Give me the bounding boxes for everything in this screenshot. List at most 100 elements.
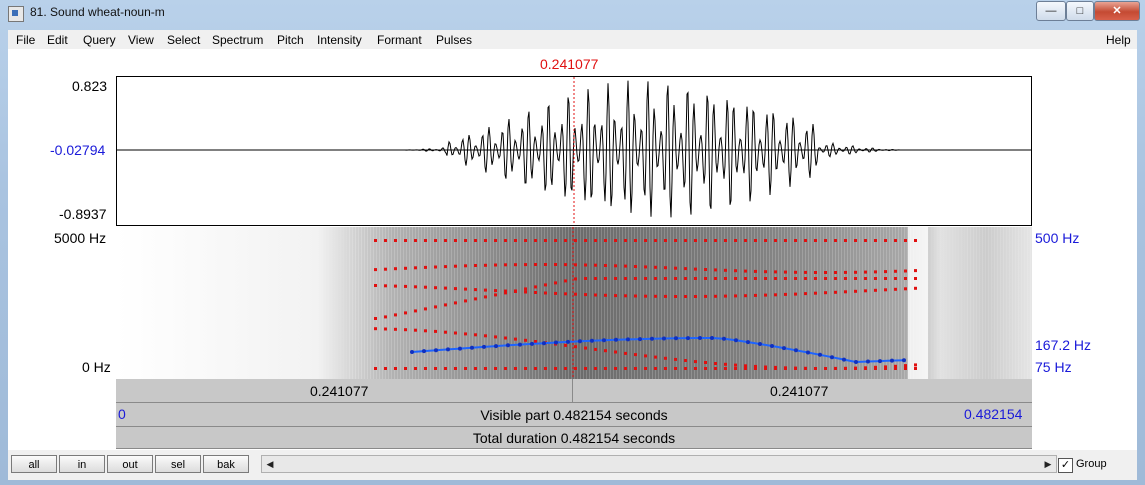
zoom-out-button[interactable]: out xyxy=(107,455,153,473)
spectrogram-striation xyxy=(478,227,479,379)
zoom-back-button[interactable]: bak xyxy=(203,455,249,473)
spectrogram-striation xyxy=(586,227,587,379)
formant-dot xyxy=(904,367,907,370)
window-title: 81. Sound wheat-noun-m xyxy=(30,5,165,19)
formant-dot xyxy=(384,284,387,288)
formant-dot xyxy=(804,239,807,242)
pitch-marker xyxy=(818,352,822,357)
horizontal-scrollbar[interactable]: ◀ ▶ xyxy=(261,455,1057,473)
spectrogram-striation xyxy=(760,227,761,379)
formant-dot xyxy=(894,287,897,291)
pitch-marker xyxy=(758,342,762,346)
total-duration-band[interactable]: Total duration 0.482154 seconds xyxy=(116,427,1032,449)
close-button[interactable]: ✕ xyxy=(1094,1,1140,21)
spectrogram-striation xyxy=(541,227,542,379)
formant-dot xyxy=(804,270,807,274)
formant-dot xyxy=(374,284,377,287)
formant-dot xyxy=(694,367,697,370)
formant-dot xyxy=(504,367,507,370)
menu-intensity[interactable]: Intensity xyxy=(317,33,362,47)
spectrogram-striation xyxy=(322,227,323,379)
menu-pitch[interactable]: Pitch xyxy=(277,33,304,47)
formant-dot xyxy=(394,239,397,242)
formant-dot xyxy=(524,263,527,267)
spectrogram-striation xyxy=(622,227,623,379)
scroll-right-icon[interactable]: ▶ xyxy=(1040,456,1056,472)
zoom-in-button[interactable]: in xyxy=(59,455,105,473)
formant-dot xyxy=(554,291,557,295)
menu-select[interactable]: Select xyxy=(167,33,200,47)
spectrogram-striation xyxy=(331,227,332,379)
spectrogram-striation xyxy=(982,227,983,379)
formant-dot xyxy=(624,351,627,355)
menu-pulses[interactable]: Pulses xyxy=(436,33,472,47)
formant-dot xyxy=(494,239,497,242)
selection-band[interactable]: 0.241077 0.241077 xyxy=(116,379,1032,403)
visible-start-label: 0 xyxy=(118,406,126,422)
pitch-marker xyxy=(722,336,726,341)
spectrogram-striation xyxy=(373,227,374,379)
formant-dot xyxy=(784,239,787,242)
scroll-left-icon[interactable]: ◀ xyxy=(262,456,278,472)
formant-dot xyxy=(764,277,767,280)
menu-query[interactable]: Query xyxy=(83,33,116,47)
formant-dot xyxy=(374,239,377,242)
spectrogram-striation xyxy=(718,227,719,379)
spectrogram-striation xyxy=(634,227,635,379)
spectrogram-striation xyxy=(553,227,554,379)
visible-part-band[interactable]: Visible part 0.482154 seconds xyxy=(116,403,1032,427)
zoom-sel-button[interactable]: sel xyxy=(155,455,201,473)
formant-dot xyxy=(414,367,417,370)
formant-dot xyxy=(714,294,717,298)
spectrogram-panel[interactable] xyxy=(116,227,1032,379)
spectrogram-striation xyxy=(808,227,809,379)
formant-dot xyxy=(374,367,377,370)
formant-dot xyxy=(824,271,827,274)
formant-dot xyxy=(514,239,517,242)
spectrogram-striation xyxy=(892,227,893,379)
formant-dot xyxy=(384,327,387,331)
menu-help[interactable]: Help xyxy=(1106,33,1131,47)
menu-formant[interactable]: Formant xyxy=(377,33,422,47)
formant-dot xyxy=(614,277,617,280)
formant-dot xyxy=(494,335,497,339)
formant-dot xyxy=(684,367,687,370)
spectrogram-striation xyxy=(427,227,428,379)
spectrogram-striation xyxy=(649,227,650,379)
menu-edit[interactable]: Edit xyxy=(47,33,68,47)
minimize-button[interactable]: — xyxy=(1036,1,1066,21)
formant-dot xyxy=(504,263,507,267)
formant-dot xyxy=(874,277,877,280)
spectrogram-striation xyxy=(637,227,638,379)
formant-dot xyxy=(884,239,887,242)
formant-dot xyxy=(664,277,667,280)
spectrogram-striation xyxy=(712,227,713,379)
menu-file[interactable]: File xyxy=(16,33,35,47)
formant-dot xyxy=(914,239,917,242)
waveform-panel[interactable] xyxy=(116,76,1032,226)
menu-view[interactable]: View xyxy=(128,33,154,47)
formant-dot xyxy=(714,277,717,280)
formant-dot xyxy=(784,270,787,274)
spectrogram-striation xyxy=(664,227,665,379)
formant-dot xyxy=(384,367,387,370)
formant-dot xyxy=(724,268,727,272)
pitch-marker xyxy=(590,338,594,343)
formant-dot xyxy=(804,277,807,280)
pitch-marker xyxy=(554,340,558,345)
maximize-button[interactable]: □ xyxy=(1066,1,1094,21)
formant-dot xyxy=(644,367,647,370)
formant-dot xyxy=(514,367,517,370)
spectrogram-striation xyxy=(784,227,785,379)
pitch-marker xyxy=(686,336,690,341)
group-checkbox[interactable]: ✓ xyxy=(1058,458,1073,473)
spectrogram-striation xyxy=(1024,227,1025,379)
spectrogram-striation xyxy=(658,227,659,379)
menu-spectrum[interactable]: Spectrum xyxy=(212,33,263,47)
spectrogram-striation xyxy=(955,227,956,379)
spectrogram-striation xyxy=(721,227,722,379)
zoom-all-button[interactable]: all xyxy=(11,455,57,473)
group-label: Group xyxy=(1076,458,1107,470)
spectrogram-striation xyxy=(940,227,941,379)
formant-dot xyxy=(914,277,917,280)
